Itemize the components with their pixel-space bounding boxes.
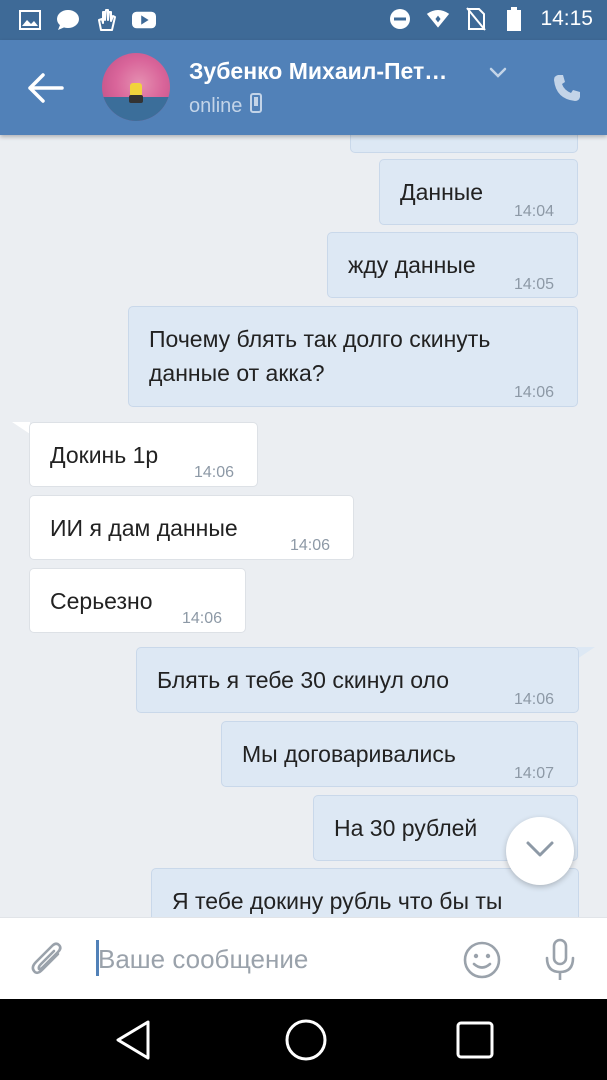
online-status-text: online (189, 94, 243, 117)
chevron-down-icon[interactable] (488, 66, 508, 80)
no-sim-icon (464, 7, 488, 31)
bubble-tail (12, 422, 30, 434)
message-bubble[interactable]: ИИ я дам данные 14:06 (29, 495, 354, 560)
message-time: 14:06 (290, 537, 331, 554)
youtube-icon (132, 8, 156, 32)
message-text: Почему блять так долго скинуть (149, 326, 491, 352)
message-text-line2: данные от акка? (149, 360, 325, 386)
message-time: 14:06 (194, 464, 235, 481)
message-time: 14:06 (182, 610, 223, 627)
scroll-down-button[interactable] (506, 817, 574, 885)
compose-bar (0, 917, 607, 999)
message-bubble[interactable]: Блять я тебе 30 скинул оло 14:06 (136, 647, 579, 713)
back-arrow-icon[interactable] (26, 70, 66, 106)
message-text: жду данные (348, 252, 476, 278)
message-time: 14:06 (514, 691, 555, 708)
message-text: Серьезно (50, 588, 153, 614)
message-text: Я тебе докину рубль что бы ты (172, 888, 503, 914)
message-bubble[interactable]: Данные 14:04 (379, 159, 578, 225)
nav-recents-icon[interactable] (452, 1017, 498, 1063)
online-status: online (189, 93, 263, 119)
microphone-icon[interactable] (540, 938, 580, 982)
message-time: 14:06 (514, 384, 555, 401)
message-text: Докинь 1р (50, 442, 159, 468)
message-text: Мы договаривались (242, 741, 456, 767)
message-time: 14:07 (514, 765, 555, 782)
message-time: 14:05 (514, 276, 555, 293)
hand-icon (94, 8, 118, 32)
message-time: 14:04 (514, 203, 555, 220)
paperclip-icon[interactable] (28, 940, 68, 980)
image-icon (18, 8, 42, 32)
message-bubble[interactable]: Почему блять так долго скинуть данные от… (128, 306, 578, 407)
status-bar: 14:15 (0, 0, 607, 40)
message-text: ИИ я дам данные (50, 515, 238, 541)
message-bubble[interactable]: Докинь 1р 14:06 (29, 422, 258, 487)
wifi-icon (426, 7, 450, 31)
message-text: Блять я тебе 30 скинул оло (157, 667, 450, 693)
message-bubble[interactable]: Я тебе докину рубль что бы ты (151, 868, 579, 917)
message-bubble[interactable]: Мы договаривались 14:07 (221, 721, 578, 787)
chat-icon (56, 8, 80, 32)
bubble-tail (577, 647, 595, 659)
navigation-bar (0, 999, 607, 1080)
message-list[interactable]: Данные 14:04 жду данные 14:05 Почему бля… (0, 135, 607, 917)
message-bubble-partial (350, 135, 578, 153)
nav-home-icon[interactable] (283, 1017, 329, 1063)
phone-call-icon[interactable] (551, 72, 583, 104)
message-bubble[interactable]: Серьезно 14:06 (29, 568, 246, 633)
mobile-icon (250, 93, 263, 119)
message-input[interactable] (98, 940, 438, 978)
emoji-icon[interactable] (462, 940, 502, 980)
chevron-down-icon (525, 840, 555, 863)
chat-header: Зубенко Михаил-Пет… online (0, 40, 607, 135)
message-text: Данные (400, 179, 484, 205)
message-bubble[interactable]: жду данные 14:05 (327, 232, 578, 298)
clock: 14:15 (540, 7, 593, 30)
battery-icon (502, 7, 526, 31)
contact-name[interactable]: Зубенко Михаил-Пет… (189, 58, 447, 85)
minus-circle-icon (388, 7, 412, 31)
nav-back-icon[interactable] (110, 1017, 156, 1063)
message-text: На 30 рублей (334, 815, 478, 841)
avatar[interactable] (102, 53, 170, 121)
